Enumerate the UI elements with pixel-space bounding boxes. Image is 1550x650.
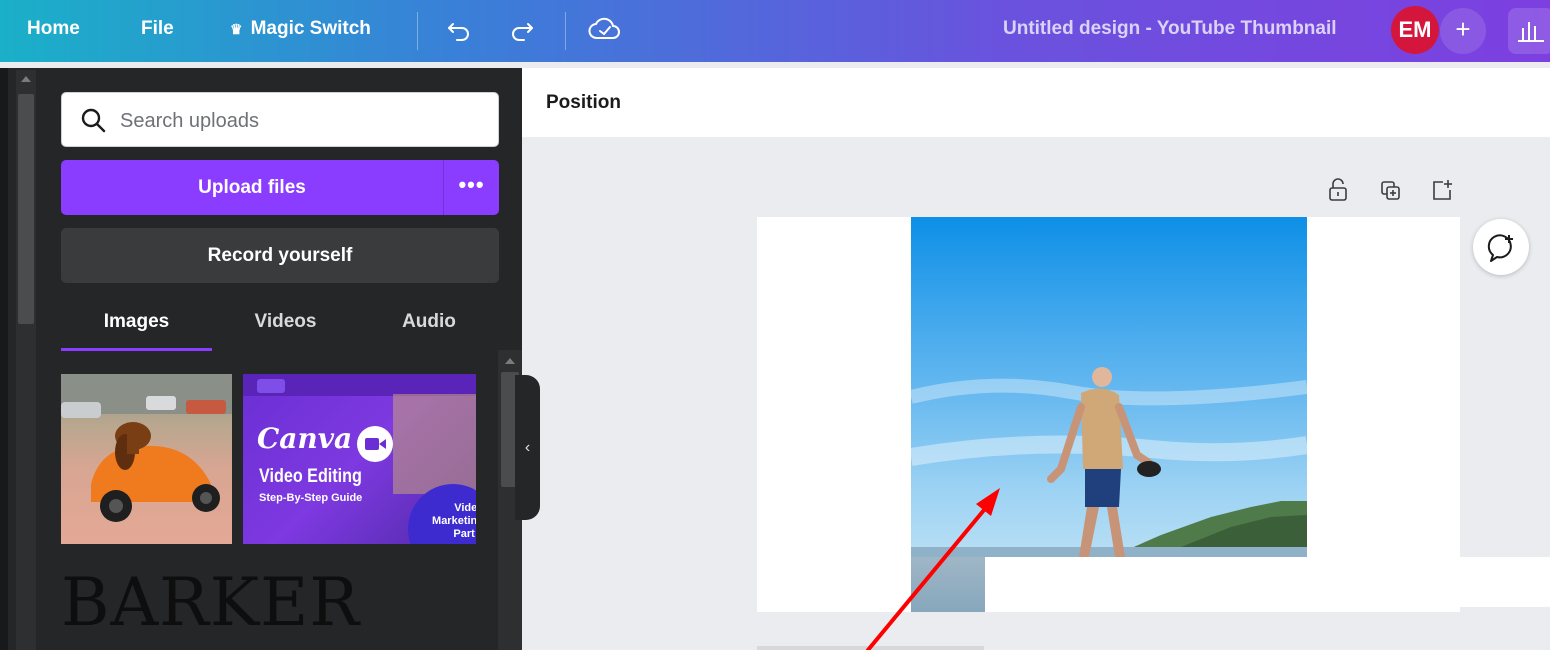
dog-car-image	[61, 374, 232, 522]
canvas-photo-beach-walker[interactable]	[911, 217, 1307, 557]
upload-thumbnail-video-editing[interactable]: Canva Video Editing Step-By-Step Guide V…	[243, 374, 476, 544]
redo-icon[interactable]	[508, 16, 536, 44]
share-plus-button[interactable]: +	[1440, 8, 1486, 54]
upload-files-label: Upload files	[198, 177, 306, 198]
record-yourself-button[interactable]: Record yourself	[61, 228, 499, 283]
hands-image	[393, 394, 476, 494]
scroll-up-icon[interactable]	[505, 358, 515, 364]
badge-line: Part 1	[453, 528, 476, 540]
badge-line: Video	[454, 502, 476, 514]
search-input[interactable]	[118, 107, 482, 135]
undo-icon[interactable]	[445, 16, 473, 44]
position-button[interactable]: Position	[546, 68, 621, 138]
thumb-title: Video Editing	[259, 466, 362, 487]
document-title[interactable]: Untitled design - YouTube Thumbnail	[1003, 0, 1337, 58]
collapse-panel-button[interactable]: ‹	[515, 375, 540, 520]
chevron-left-icon: ‹	[524, 439, 531, 456]
file-menu[interactable]: File	[141, 0, 174, 62]
photo-bottom-strip	[911, 557, 985, 612]
divider	[417, 12, 418, 50]
magic-switch-label: Magic Switch	[250, 18, 371, 39]
bar-chart-icon	[1518, 22, 1544, 42]
scrollbar-thumb[interactable]	[18, 94, 34, 324]
panel-scrollbar[interactable]	[16, 70, 36, 650]
top-bar: Home File ♛ Magic Switch Untitled design …	[0, 0, 1550, 62]
crown-icon: ♛	[230, 21, 243, 37]
white-overlay-shape[interactable]	[985, 557, 1550, 607]
add-comment-button[interactable]	[1473, 219, 1529, 275]
left-rail	[0, 68, 8, 650]
magic-switch-button[interactable]: ♛ Magic Switch	[230, 0, 371, 62]
add-page-icon[interactable]	[1431, 178, 1453, 202]
camera-icon	[357, 426, 393, 462]
comment-add-icon	[1487, 234, 1513, 262]
search-box[interactable]	[61, 92, 499, 147]
page-bottom-strip	[757, 646, 984, 650]
scroll-up-icon[interactable]	[21, 76, 31, 82]
upload-thumbnail-dog-car[interactable]	[61, 374, 232, 544]
avatar[interactable]: EM	[1391, 6, 1439, 54]
search-icon	[81, 108, 106, 133]
logo-icon	[257, 379, 285, 393]
more-options-button[interactable]: •••	[444, 160, 499, 215]
active-tab-indicator	[61, 348, 212, 351]
tab-images[interactable]: Images	[61, 300, 212, 350]
badge-line: Marketing	[432, 515, 476, 527]
duplicate-icon[interactable]	[1380, 178, 1402, 202]
tab-videos[interactable]: Videos	[212, 300, 359, 350]
cloud-saved-icon[interactable]	[588, 14, 622, 44]
tab-audio[interactable]: Audio	[359, 300, 499, 350]
thumb-canva-text: Canva	[257, 422, 353, 455]
editor-toolbar: Position	[522, 68, 1550, 137]
beach-walker-image	[911, 367, 1307, 557]
home-menu[interactable]: Home	[27, 0, 80, 62]
divider	[565, 12, 566, 50]
thumb-subtitle: Step-By-Step Guide	[259, 492, 363, 504]
insights-button[interactable]	[1508, 8, 1550, 54]
upload-thumbnail-barker[interactable]: BARKER	[61, 556, 481, 650]
upload-files-button[interactable]: Upload files •••	[61, 160, 499, 215]
lock-icon[interactable]	[1327, 178, 1349, 202]
